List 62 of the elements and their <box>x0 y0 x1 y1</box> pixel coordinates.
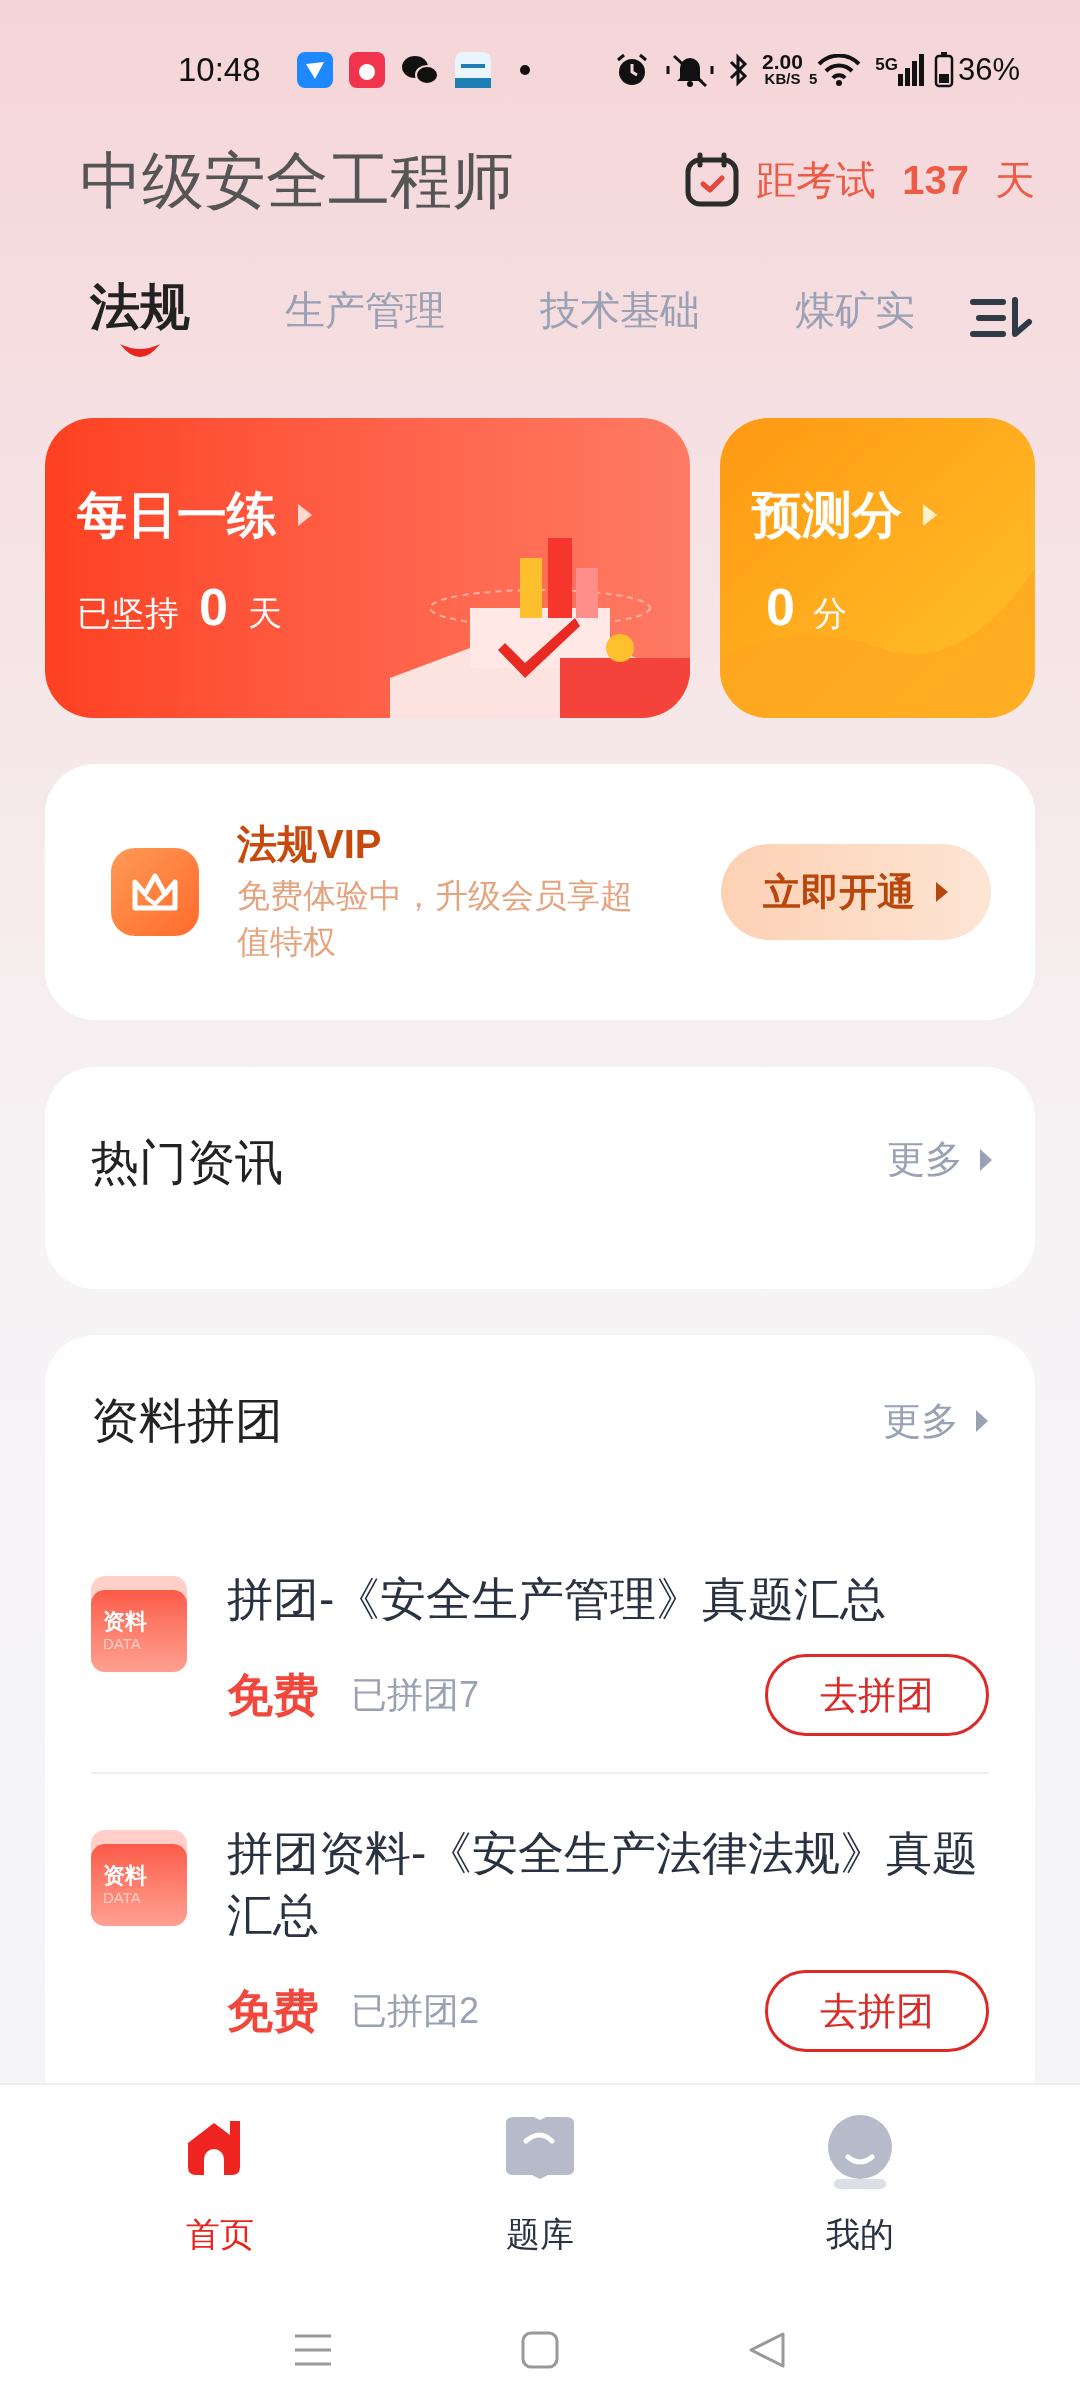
vip-description: 免费体验中，升级会员享超值特权 <box>237 876 634 962</box>
category-tab[interactable]: 法规 <box>90 282 190 332</box>
streak-days: 0 <box>199 568 228 646</box>
folder-label: 资料 <box>103 1607 148 1636</box>
battery-icon <box>933 52 954 88</box>
join-group-button[interactable]: 去拼团 <box>765 1970 989 2052</box>
chat-icon <box>400 54 439 86</box>
card-title: 每日一练 <box>77 490 277 540</box>
more-link[interactable]: 更多 <box>887 1131 993 1188</box>
nav-tab[interactable]: 我的 <box>760 2115 960 2260</box>
folder-sublabel: DATA <box>103 1889 142 1909</box>
play-arrow-icon <box>922 503 938 527</box>
score-value: 0 <box>766 577 795 638</box>
streak-unit: 天 <box>247 593 282 634</box>
wifi-icon <box>817 54 862 86</box>
play-arrow-icon <box>297 503 313 527</box>
folder-label: 资料 <box>103 1861 148 1890</box>
section-title: 资料拼团 <box>91 1393 283 1449</box>
cellular-type: 5G <box>875 56 898 73</box>
daily-practice-card[interactable]: 每日一练 已坚持 0 天 <box>45 418 690 718</box>
notification-dot-icon <box>518 64 531 76</box>
countdown-unit: 天 <box>995 157 1035 204</box>
group-count: 已拼团7 <box>351 1673 480 1717</box>
folder-sublabel: DATA <box>103 1635 142 1655</box>
network-speed: 2.00 <box>762 53 803 70</box>
section-title: 热门资讯 <box>91 1135 283 1191</box>
price-tag: 免费 <box>227 1976 319 2046</box>
material-title[interactable]: 拼团资料-《安全生产法律法规》真题汇总 <box>227 1822 989 1946</box>
nav-tab[interactable]: 题库 <box>440 2115 640 2260</box>
play-arrow-icon <box>975 1409 989 1433</box>
material-title[interactable]: 拼团-《安全生产管理》真题汇总 <box>227 1568 989 1630</box>
price-tag: 免费 <box>227 1660 319 1730</box>
battery-level: 36% <box>957 50 1020 89</box>
bluetooth-icon <box>728 52 749 88</box>
calendar-icon <box>684 152 741 208</box>
score-unit: 分 <box>812 593 847 634</box>
nav-label: 题库 <box>506 2214 574 2255</box>
mute-icon <box>666 52 715 88</box>
app-notification-icon <box>348 52 385 88</box>
play-arrow-icon <box>935 881 949 903</box>
card-title: 预测分 <box>752 490 902 540</box>
group-count: 已拼团2 <box>351 1989 480 2033</box>
menu-icon[interactable] <box>969 296 1035 340</box>
join-group-button[interactable]: 去拼团 <box>765 1654 989 1736</box>
app-notification-icon <box>296 52 333 88</box>
home-button-icon[interactable] <box>520 2330 560 2370</box>
vip-title: 法规VIP <box>237 821 383 868</box>
streak-label: 已坚持 <box>77 593 179 634</box>
status-time: 10:48 <box>178 50 261 91</box>
nav-label: 我的 <box>826 2214 894 2255</box>
nav-label: 首页 <box>186 2214 254 2255</box>
app-notification-icon <box>454 52 491 88</box>
activate-vip-button[interactable]: 立即开通 <box>721 844 991 940</box>
app-title: 中级安全工程师 <box>80 144 514 217</box>
network-speed-unit: KB/S <box>764 70 801 87</box>
more-link[interactable]: 更多 <box>883 1392 989 1450</box>
wifi-band-label: 5 <box>808 71 818 86</box>
nav-tab[interactable]: 首页 <box>120 2115 320 2260</box>
countdown-label: 距考试 <box>756 157 877 204</box>
countdown-days: 137 <box>902 150 969 210</box>
signal-icon <box>897 54 924 86</box>
play-arrow-icon <box>979 1147 993 1172</box>
